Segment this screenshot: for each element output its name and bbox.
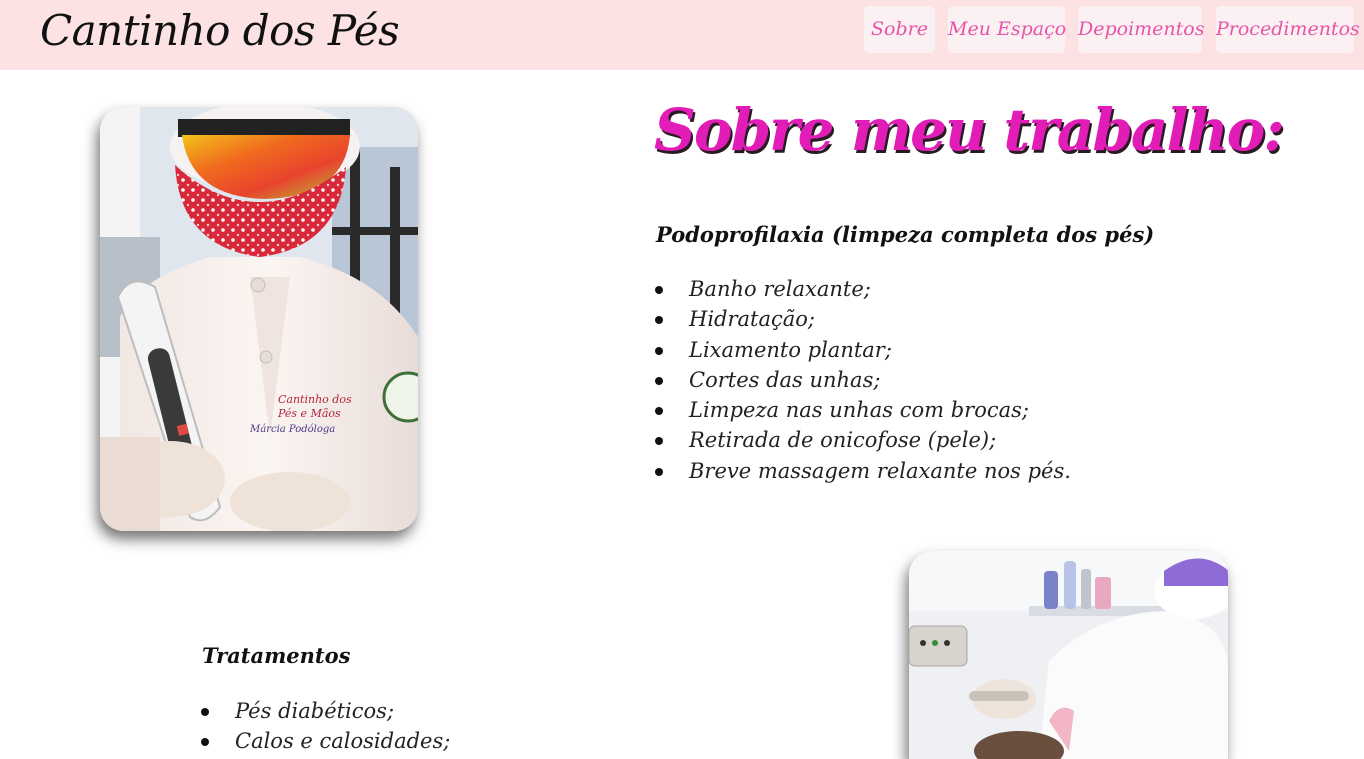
list-item: Cortes das unhas; (654, 365, 1071, 395)
clinic-photo (909, 551, 1228, 759)
list-item: Lixamento plantar; (654, 335, 1071, 365)
podologist-illustration: Cantinho dos Pés e Mãos Márcia Podóloga (100, 107, 418, 531)
brand-logo[interactable]: Cantinho dos Pés (40, 6, 400, 55)
podologist-photo: Cantinho dos Pés e Mãos Márcia Podóloga (100, 107, 418, 531)
podoprofilaxia-heading: Podoprofilaxia (limpeza completa dos pés… (656, 222, 1155, 247)
tratamentos-list: Pés diabéticos; Calos e calosidades; (200, 696, 450, 757)
nav-sobre[interactable]: Sobre (864, 6, 935, 53)
nav-depoimentos[interactable]: Depoimentos (1078, 6, 1204, 53)
embroidery-line-1: Cantinho dos (278, 393, 352, 406)
list-item: Retirada de onicofose (pele); (654, 425, 1071, 455)
list-item: Hidratação; (654, 304, 1071, 334)
site-header: Cantinho dos Pés Sobre Meu Espaço Depoim… (0, 0, 1364, 70)
list-item: Breve massagem relaxante nos pés. (654, 456, 1071, 486)
clinic-illustration (909, 551, 1228, 759)
embroidery-line-3: Márcia Podóloga (249, 424, 335, 435)
page-title: Sobre meu trabalho: (654, 96, 1285, 164)
podoprofilaxia-list: Banho relaxante; Hidratação; Lixamento p… (654, 274, 1071, 486)
nav-procedimentos[interactable]: Procedimentos (1216, 6, 1360, 53)
list-item: Calos e calosidades; (200, 726, 450, 756)
tratamentos-heading: Tratamentos (202, 643, 351, 668)
list-item: Banho relaxante; (654, 274, 1071, 304)
embroidery-line-2: Pés e Mãos (277, 407, 341, 420)
list-item: Pés diabéticos; (200, 696, 450, 726)
nav-meu-espaco[interactable]: Meu Espaço (948, 6, 1066, 53)
list-item: Limpeza nas unhas com brocas; (654, 395, 1071, 425)
